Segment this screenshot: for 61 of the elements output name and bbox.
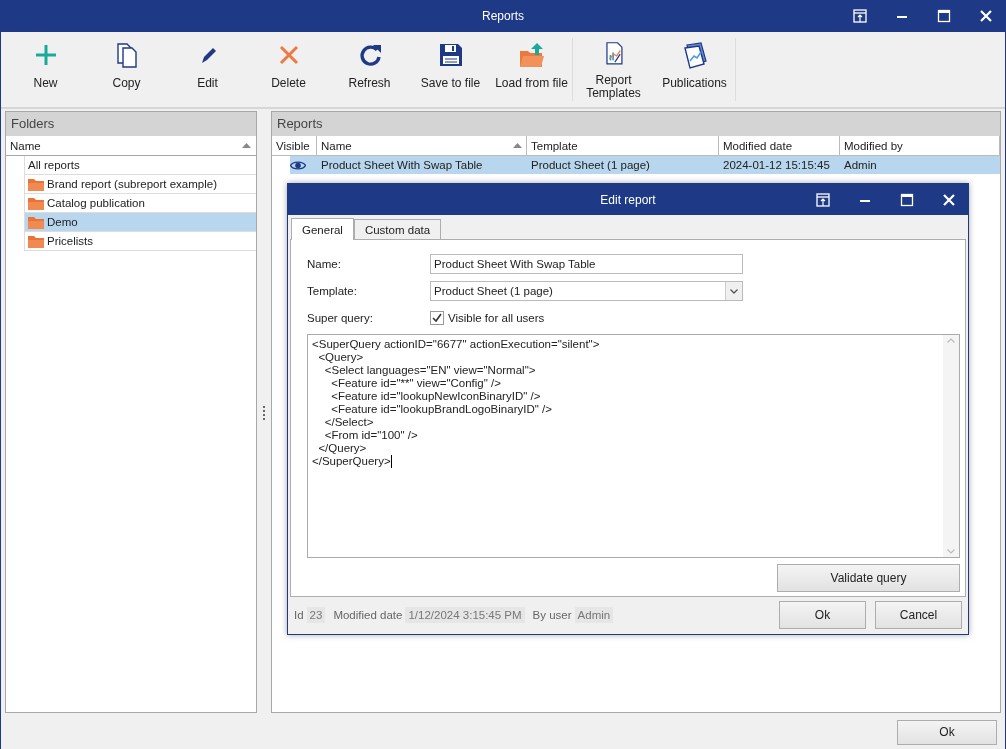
toolbar-button[interactable]: Delete — [248, 38, 329, 101]
close-icon[interactable] — [979, 9, 993, 23]
checkbox[interactable] — [430, 310, 444, 325]
toolbar-button[interactable]: Copy — [86, 38, 167, 101]
sort-arrow-icon — [242, 143, 251, 148]
column-header[interactable]: Name — [10, 139, 41, 152]
field-label: Super query: — [307, 311, 374, 324]
field-label: By user — [532, 609, 572, 621]
column-header[interactable]: Name — [321, 139, 352, 152]
column-header[interactable]: Modified date — [723, 139, 793, 152]
toolbar-button[interactable]: Load from file — [491, 38, 572, 101]
table-cell-text: Admin — [843, 158, 878, 173]
template-dropdown[interactable]: Product Sheet (1 page) — [430, 281, 743, 301]
window-title: Reports — [482, 9, 524, 23]
toolbar-button[interactable]: Edit — [167, 38, 248, 101]
folder-upload-icon — [517, 41, 546, 69]
toolbar-button[interactable]: Refresh — [329, 38, 410, 101]
sort-arrow-icon — [513, 143, 522, 148]
chevron-down-icon — [730, 288, 738, 294]
ok-button[interactable]: Ok — [779, 601, 866, 629]
folder-item[interactable]: Demo — [24, 213, 256, 232]
table-row[interactable]: Product Sheet With Swap Table Product Sheet (1 page) 2024-01-12 15:15:45 Admin — [290, 156, 1000, 174]
column-header[interactable]: Modified by — [844, 139, 903, 152]
folder-icon — [28, 234, 44, 248]
ok-button[interactable]: Ok — [897, 719, 997, 745]
toolbar-button[interactable]: Save to file — [410, 38, 491, 101]
folder-item[interactable]: Pricelists — [24, 232, 256, 251]
field-label: Modified date — [333, 609, 403, 621]
dialog-title: Edit report — [600, 192, 656, 207]
splitter-handle[interactable] — [263, 406, 265, 420]
folder-item[interactable]: Catalog publication — [24, 194, 256, 213]
toolbar-button[interactable]: Publications — [654, 38, 735, 101]
tab[interactable]: General — [291, 218, 354, 240]
checkbox-label: Visible for all users — [448, 311, 545, 324]
maximize-icon[interactable] — [937, 9, 951, 23]
user-value: Admin — [574, 607, 614, 623]
field-label: Template: — [307, 285, 358, 297]
panel-header: Folders — [6, 112, 256, 136]
tab[interactable]: Custom data — [353, 219, 442, 239]
column-header[interactable]: Template — [531, 139, 578, 152]
maximize-icon[interactable] — [900, 193, 914, 207]
folder-icon — [28, 177, 44, 191]
validate-button[interactable]: Validate query — [777, 564, 960, 592]
table-cell-text: 2024-01-12 15:15:45 — [722, 158, 831, 173]
toolbar-button[interactable]: New — [5, 38, 86, 101]
name-field[interactable]: Product Sheet With Swap Table — [430, 254, 743, 274]
panel-header: Reports — [272, 112, 1000, 136]
field-label: Name: — [307, 258, 342, 270]
column-header[interactable]: Visible — [276, 139, 310, 152]
table-cell-text: Product Sheet (1 page) — [530, 158, 651, 173]
id-value: 23 — [306, 607, 326, 623]
folder-icon — [28, 196, 44, 210]
date-value: 1/12/2024 3:15:45 PM — [405, 607, 525, 623]
field-label: Id — [294, 609, 304, 621]
table-cell-text: Product Sheet With Swap Table — [320, 158, 484, 173]
folder-icon — [28, 215, 44, 229]
folder-item[interactable]: All reports — [24, 156, 256, 175]
folder-item[interactable]: Brand report (subreport example) — [24, 175, 256, 194]
cancel-button[interactable]: Cancel — [875, 601, 962, 629]
toolbar-button[interactable]: Report Templates — [573, 38, 654, 101]
close-icon[interactable] — [942, 193, 956, 207]
